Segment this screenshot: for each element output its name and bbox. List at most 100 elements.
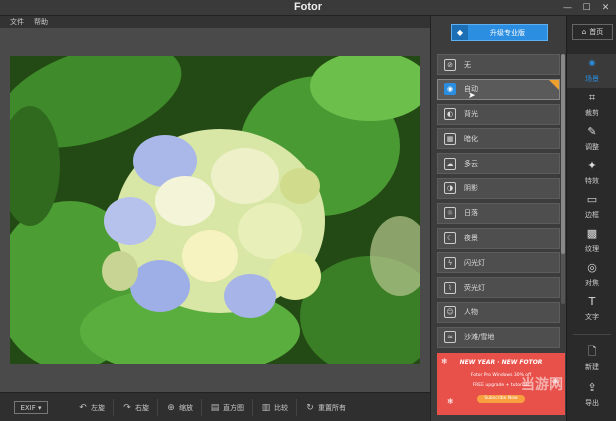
scene-label: 沙滩/雪地 bbox=[464, 333, 495, 342]
rail-label: 对焦 bbox=[585, 279, 599, 287]
zoom-button[interactable]: ⊕ 缩放 bbox=[157, 399, 201, 416]
rail-label: 裁剪 bbox=[585, 109, 599, 117]
home-button[interactable]: ⌂ 首页 bbox=[572, 24, 613, 40]
diamond-icon: ◆ bbox=[452, 25, 468, 40]
sunset-icon: ☼ bbox=[444, 207, 456, 220]
snowflake-icon: ❄ bbox=[447, 397, 454, 406]
camera-icon: ◉ bbox=[444, 83, 456, 96]
promo-subscribe-button[interactable]: Subscribe Now bbox=[477, 395, 525, 403]
export-icon: ⇪ bbox=[587, 381, 597, 394]
promo-headline: NEW YEAR · NEW FOTOR bbox=[459, 359, 543, 366]
scene-item-dark[interactable]: ▦ 暗化 bbox=[437, 128, 560, 150]
rail-item-focus[interactable]: ◎ 对焦 bbox=[567, 258, 616, 292]
scene-item-auto[interactable]: ◉ 自动 ➤ bbox=[437, 78, 560, 101]
watermark: 当游网 bbox=[521, 376, 563, 392]
text-icon: T bbox=[588, 295, 596, 308]
tool-label: 重置所有 bbox=[318, 403, 346, 412]
texture-icon: ▩ bbox=[586, 227, 598, 240]
scene-list: ⊘ 无 ◉ 自动 ➤ ◐ 背光 ▦ 暗化 ☁ 多云 ◑ 阴影 ☼ 日落 ☾ 夜景… bbox=[437, 54, 560, 352]
shadow-icon: ◑ bbox=[444, 182, 456, 195]
upgrade-label: 升级专业版 bbox=[490, 28, 525, 37]
rail-item-scene[interactable]: ✷ 场景 bbox=[567, 54, 616, 88]
new-file-icon: 🗋 bbox=[587, 345, 597, 358]
rail-item-effects[interactable]: ✦ 特效 bbox=[567, 156, 616, 190]
exif-button[interactable]: EXIF ▾ bbox=[14, 401, 48, 414]
canvas-area bbox=[0, 28, 430, 392]
zoom-icon: ⊕ bbox=[167, 402, 175, 413]
hydrangea-photo bbox=[10, 56, 420, 364]
scene-label: 人物 bbox=[464, 308, 478, 317]
scene-label: 背光 bbox=[464, 110, 478, 119]
scene-scrollbar[interactable] bbox=[561, 54, 565, 304]
scene-item-backlight[interactable]: ◐ 背光 bbox=[437, 103, 560, 125]
scene-item-night[interactable]: ☾ 夜景 bbox=[437, 227, 560, 249]
person-icon: ☺ bbox=[444, 306, 456, 319]
rotate-right-button[interactable]: ↷ 右旋 bbox=[113, 399, 157, 416]
rail-item-texture[interactable]: ▩ 纹理 bbox=[567, 224, 616, 258]
tool-label: 直方图 bbox=[223, 403, 244, 412]
cloud-icon: ☁ bbox=[444, 157, 456, 170]
menu-bar: 文件 帮助 bbox=[0, 16, 430, 28]
scene-label: 闪光灯 bbox=[464, 258, 485, 267]
rotate-left-button[interactable]: ↶ 左旋 bbox=[70, 399, 113, 416]
scene-item-flash[interactable]: ϟ 闪光灯 bbox=[437, 252, 560, 274]
tool-label: 右旋 bbox=[135, 403, 149, 412]
tool-rail: ⌂ 首页 ✷ 场景 ⌗ 裁剪 ✎ 调整 ✦ 特效 ▭ 边框 ▩ 纹理 ◎ 对焦 … bbox=[566, 16, 616, 421]
scene-item-none[interactable]: ⊘ 无 bbox=[437, 54, 560, 75]
tool-group: ↶ 左旋 ↷ 右旋 ⊕ 缩放 ▤ 直方图 ▥ 比较 ↻ 重置所有 bbox=[70, 399, 354, 416]
scene-label: 阴影 bbox=[464, 184, 478, 193]
rail-divider bbox=[573, 334, 611, 335]
rotate-right-icon: ↷ bbox=[123, 402, 131, 413]
focus-icon: ◎ bbox=[587, 261, 597, 274]
scene-label: 荧光灯 bbox=[464, 283, 485, 292]
backlight-icon: ◐ bbox=[444, 108, 456, 121]
flower-cluster bbox=[102, 129, 325, 318]
scene-item-cloudy[interactable]: ☁ 多云 bbox=[437, 153, 560, 175]
scene-item-beach[interactable]: ≈ 沙滩/雪地 bbox=[437, 326, 560, 348]
frame-icon: ▭ bbox=[586, 193, 598, 206]
scene-item-person[interactable]: ☺ 人物 bbox=[437, 301, 560, 323]
home-label: 首页 bbox=[589, 28, 604, 36]
rail-item-frame[interactable]: ▭ 边框 bbox=[567, 190, 616, 224]
scene-label: 无 bbox=[464, 60, 471, 69]
rail-label: 新建 bbox=[585, 363, 599, 371]
scene-label: 夜景 bbox=[464, 234, 478, 243]
photo-preview[interactable] bbox=[10, 56, 420, 364]
compare-button[interactable]: ▥ 比较 bbox=[252, 399, 296, 416]
compare-icon: ▥ bbox=[261, 402, 271, 413]
close-icon[interactable]: ✕ bbox=[599, 2, 612, 13]
app-title: Fotor bbox=[293, 1, 323, 13]
rail-label: 边框 bbox=[585, 211, 599, 219]
upgrade-pro-button[interactable]: ◆ 升级专业版 bbox=[451, 24, 548, 41]
home-icon: ⌂ bbox=[581, 28, 587, 36]
reset-icon: ↻ bbox=[306, 402, 314, 413]
minimize-icon[interactable]: — bbox=[561, 2, 574, 13]
tool-label: 缩放 bbox=[179, 403, 193, 412]
pencil-icon: ✎ bbox=[587, 125, 597, 138]
rail-label: 导出 bbox=[585, 399, 599, 407]
sparkle-icon: ✷ bbox=[587, 57, 597, 70]
menu-help[interactable]: 帮助 bbox=[34, 17, 48, 27]
histogram-button[interactable]: ▤ 直方图 bbox=[201, 399, 252, 416]
menu-file[interactable]: 文件 bbox=[10, 17, 24, 27]
rail-item-export[interactable]: ⇪ 导出 bbox=[567, 378, 616, 412]
maximize-icon[interactable]: ☐ bbox=[580, 2, 593, 13]
scene-item-sunset[interactable]: ☼ 日落 bbox=[437, 202, 560, 224]
stars-icon: ✦ bbox=[587, 159, 597, 172]
rail-item-new[interactable]: 🗋 新建 bbox=[567, 342, 616, 376]
rail-item-text[interactable]: T 文字 bbox=[567, 292, 616, 326]
moon-icon: ☾ bbox=[444, 232, 456, 245]
rotate-left-icon: ↶ bbox=[79, 402, 87, 413]
scrollbar-thumb[interactable] bbox=[561, 54, 565, 254]
mouse-cursor-icon: ➤ bbox=[468, 90, 476, 101]
scene-item-fluorescent[interactable]: ⌇ 荧光灯 bbox=[437, 277, 560, 299]
dark-icon: ▦ bbox=[444, 132, 456, 145]
reset-all-button[interactable]: ↻ 重置所有 bbox=[296, 399, 354, 416]
rail-item-adjust[interactable]: ✎ 调整 bbox=[567, 122, 616, 156]
scene-panel: ◆ 升级专业版 ⊘ 无 ◉ 自动 ➤ ◐ 背光 ▦ 暗化 ☁ 多云 ◑ 阴影 ☼… bbox=[430, 16, 566, 421]
scene-item-shadow[interactable]: ◑ 阴影 bbox=[437, 177, 560, 199]
scene-label: 暗化 bbox=[464, 134, 478, 143]
rail-item-crop[interactable]: ⌗ 裁剪 bbox=[567, 88, 616, 122]
bottom-toolbar: EXIF ▾ ↶ 左旋 ↷ 右旋 ⊕ 缩放 ▤ 直方图 ▥ 比较 ↻ 重置所有 bbox=[0, 392, 430, 421]
scene-label: 日落 bbox=[464, 209, 478, 218]
